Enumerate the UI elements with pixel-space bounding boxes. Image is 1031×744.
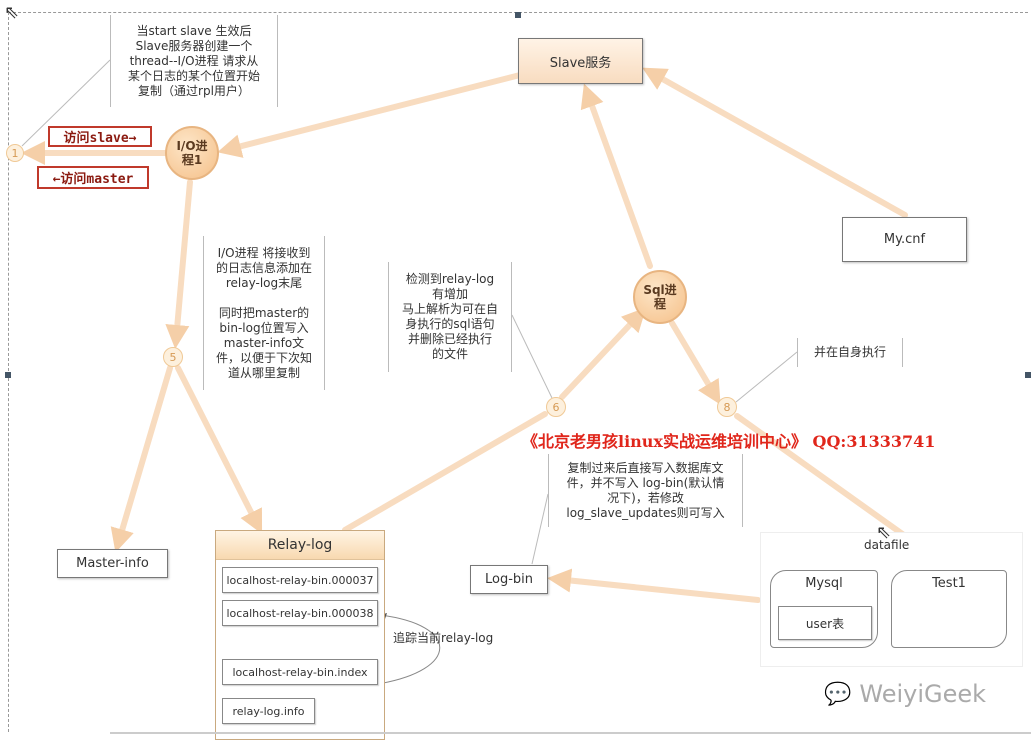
watermark: 💬 WeiyiGeek	[824, 680, 986, 708]
sql-process-node[interactable]: Sql进 程	[633, 270, 687, 324]
io-process-node[interactable]: I/O进 程1	[165, 126, 219, 180]
arrow-step5-to-relaylog	[175, 365, 263, 535]
relay-log-title: Relay-log	[216, 531, 384, 560]
arrow-io-to-step5	[165, 179, 193, 349]
wechat-icon: 💬	[824, 681, 852, 707]
access-master-label: ←访问master	[37, 166, 149, 189]
master-info-node[interactable]: Master-info	[57, 549, 168, 578]
step-5: 5	[163, 347, 183, 367]
arrow-sql-to-step8	[669, 320, 721, 405]
note-sql: 检测到relay-log 有增加 马上解析为可在自 身执行的sql语句 并删除已…	[388, 262, 512, 372]
note-exec: 并在自身执行	[797, 338, 903, 367]
log-bin-node[interactable]: Log-bin	[470, 565, 548, 594]
track-curve	[377, 614, 441, 685]
banner: 《北京老男孩linux实战运维培训中心》 QQ:31333741	[522, 432, 936, 451]
arrow-sql-slave	[580, 83, 653, 269]
mysql-label: Mysql	[805, 576, 843, 591]
bottom-divider	[110, 732, 1031, 734]
note-start-slave: 当start slave 生效后 Slave服务器创建一个 thread--I/…	[110, 15, 278, 107]
arrow-step6-to-sql	[559, 307, 647, 400]
relay-index-file[interactable]: localhost-relay-bin.index	[222, 659, 378, 685]
slave-service-node[interactable]: Slave服务	[518, 38, 643, 84]
access-slave-label: 访问slave→	[48, 126, 152, 147]
arrow-datafile-to-logbin	[547, 568, 761, 603]
test1-label: Test1	[932, 576, 966, 591]
step-1: 1	[6, 144, 24, 162]
arrow-mycnf-to-slave	[642, 67, 908, 218]
note-logbin: 复制过来后直接写入数据库文 件，并不写入 log-bin(默认情 况下)，若修改…	[548, 454, 743, 527]
test1-db[interactable]: Test1	[891, 570, 1007, 648]
step-8: 8	[717, 397, 737, 417]
note-io: I/O进程 将接收到 的日志信息添加在 relay-log末尾 同时把maste…	[203, 236, 325, 390]
watermark-text: WeiyiGeek	[859, 680, 987, 708]
arrow-step5-to-masterinfo	[110, 365, 173, 553]
step-6: 6	[546, 397, 566, 417]
arrow-relaylog-to-step6	[342, 411, 548, 533]
mouse-cursor-icon: ⇖	[876, 522, 892, 543]
mycnf-node[interactable]: My.cnf	[842, 217, 967, 262]
track-label: 追踪当前relay-log	[393, 631, 494, 645]
relay-file-000038[interactable]: localhost-relay-bin.000038	[222, 600, 378, 626]
relay-file-000037[interactable]: localhost-relay-bin.000037	[222, 567, 378, 593]
mouse-cursor-icon: ⇖	[4, 2, 20, 23]
relay-log-info-file[interactable]: relay-log.info	[222, 698, 315, 724]
user-table[interactable]: user表	[778, 606, 872, 640]
